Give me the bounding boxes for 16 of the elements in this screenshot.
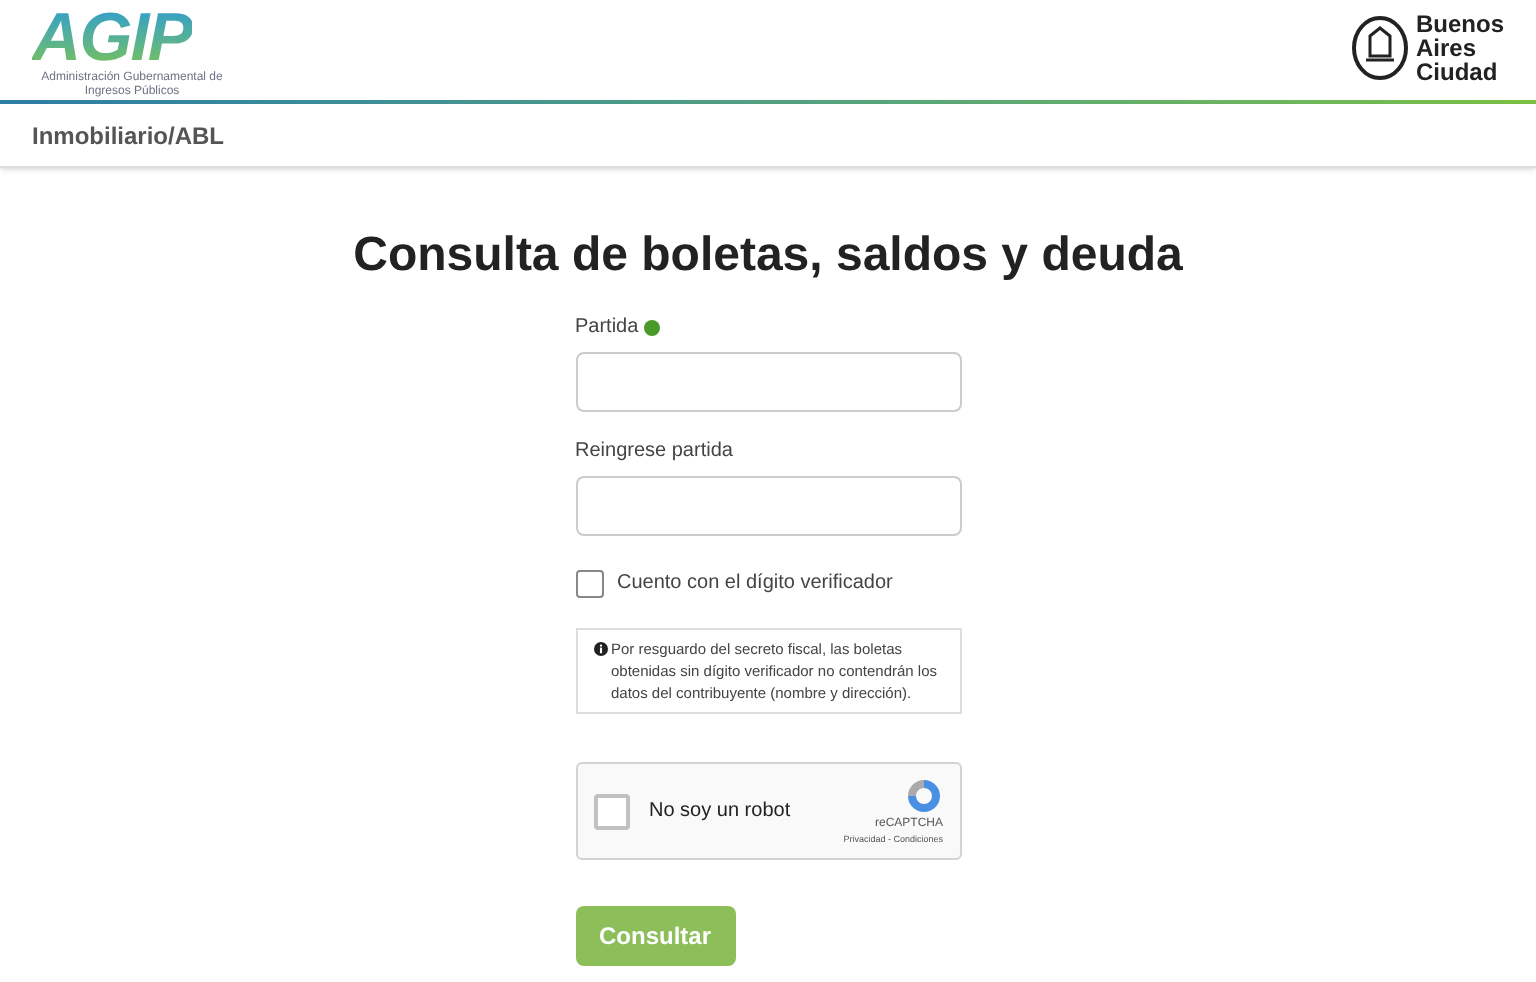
info-icon: [593, 642, 607, 656]
help-icon[interactable]: [644, 319, 661, 335]
city-name: Aires: [1415, 36, 1479, 60]
checkbox-label: Cuento con el dígito verificador: [617, 570, 893, 598]
captcha-label: No soy un robot: [649, 798, 793, 826]
input-field[interactable]: [575, 352, 961, 412]
page-title: Consulta de boletas, saldos y deuda: [353, 226, 1183, 286]
breadcrumb: Inmobiliario/ABL: [32, 119, 224, 153]
city-name: Buenos: [1415, 12, 1504, 36]
captcha-logo-icon: [903, 775, 943, 816]
field-label: Partida: [575, 314, 639, 342]
captcha-checkbox[interactable]: [593, 793, 629, 829]
field-label: Reingrese partida: [575, 438, 733, 466]
checkbox[interactable]: [575, 569, 603, 597]
input-field[interactable]: [575, 476, 961, 536]
city-name: Ciudad: [1415, 60, 1500, 84]
